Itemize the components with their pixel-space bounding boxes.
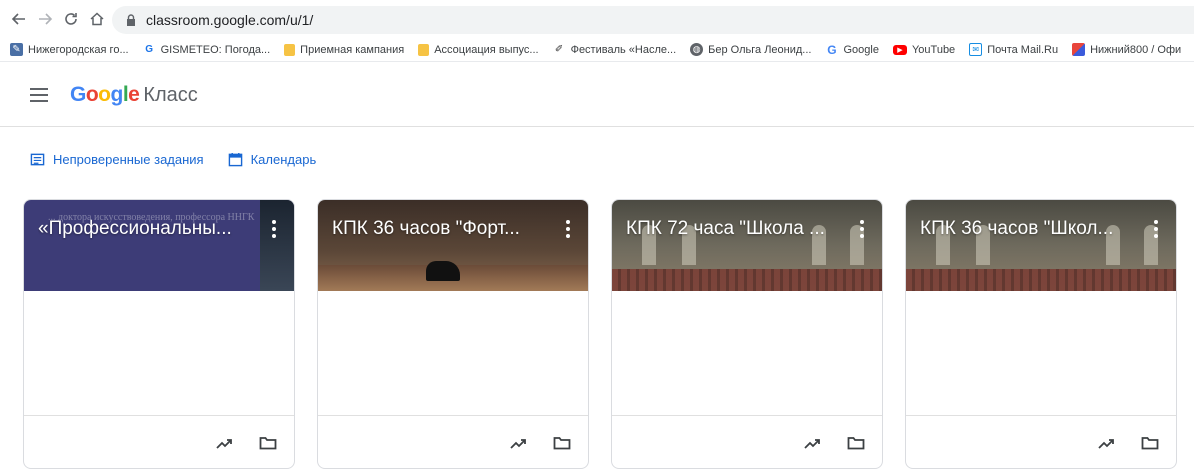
bookmark-label: YouTube — [911, 43, 956, 56]
card-title[interactable]: КПК 36 часов "Школ... — [920, 218, 1130, 240]
bookmark-item[interactable]: ▶ YouTube — [892, 43, 956, 56]
bookmark-label: Почта Mail.Ru — [987, 43, 1059, 56]
bookmarks-bar: ✎ Нижегородская го... G GISMETEO: Погода… — [0, 38, 1194, 62]
home-icon[interactable] — [86, 8, 108, 30]
unreviewed-tasks-link[interactable]: Непроверенные задания — [30, 152, 204, 167]
trending-up-icon[interactable] — [508, 433, 528, 453]
google-icon: G — [827, 42, 837, 57]
card-title[interactable]: «Профессиональны... — [38, 218, 248, 240]
bookmark-item[interactable]: Приемная кампания — [284, 43, 405, 56]
app-logo[interactable]: Google Класс — [70, 83, 198, 107]
bookmark-item[interactable]: Ассоциация выпус... — [418, 43, 539, 56]
folder-icon[interactable] — [846, 433, 866, 453]
gismeteo-icon: G — [145, 44, 153, 55]
card-header[interactable]: КПК 72 часа "Школа ... — [612, 200, 882, 291]
bookmark-label: Нижний800 / Офи — [1090, 43, 1182, 56]
header-portrait — [260, 200, 294, 291]
google-wordmark: Google — [70, 82, 140, 106]
trending-up-icon[interactable] — [1096, 433, 1116, 453]
bookmark-item[interactable]: ✉ Почта Mail.Ru — [969, 43, 1058, 56]
card-header[interactable]: КПК 36 часов "Школ... — [906, 200, 1176, 291]
bookmark-label: Нижегородская го... — [28, 43, 129, 56]
bookmark-item[interactable]: G GISMETEO: Погода... — [143, 43, 271, 56]
assignment-icon — [30, 153, 45, 166]
bookmark-item[interactable]: G Google — [825, 42, 879, 57]
edit-square-icon: ✎ — [10, 43, 23, 56]
url-text: classroom.google.com/u/1/ — [146, 12, 314, 28]
trending-up-icon[interactable] — [214, 433, 234, 453]
bookmark-item[interactable]: ✐ Фестиваль «Насле... — [553, 43, 677, 56]
product-name: Класс — [143, 83, 198, 106]
quick-links: Непроверенные задания Календарь — [30, 152, 340, 167]
header-seats — [906, 269, 1176, 291]
card-title[interactable]: КПК 36 часов "Форт... — [332, 218, 542, 240]
forward-icon[interactable] — [34, 8, 56, 30]
folder-icon[interactable] — [1140, 433, 1160, 453]
card-header[interactable]: ... доктора искусствоведения, профессора… — [24, 200, 294, 291]
bookmark-item[interactable]: ◍ Бер Ольга Леонид... — [690, 43, 811, 56]
brush-icon: ✐ — [554, 44, 564, 55]
header-seats — [612, 269, 882, 291]
bookmark-label: Google — [843, 43, 879, 56]
bookmark-label: Приемная кампания — [300, 43, 405, 56]
bookmark-label: Бер Ольга Леонид... — [708, 43, 812, 56]
bookmark-label: Ассоциация выпус... — [434, 43, 539, 56]
flag-icon — [1072, 43, 1086, 56]
back-icon[interactable] — [8, 8, 30, 30]
address-bar[interactable]: classroom.google.com/u/1/ — [112, 6, 1194, 34]
folder-icon — [284, 43, 296, 56]
more-vert-icon[interactable] — [566, 220, 570, 238]
bookmark-item[interactable]: ✎ Нижегородская го... — [10, 43, 129, 56]
lock-icon — [127, 14, 135, 26]
hamburger-menu-icon[interactable] — [30, 87, 48, 102]
calendar-link[interactable]: Календарь — [228, 152, 317, 167]
card-title[interactable]: КПК 72 часа "Школа ... — [626, 218, 836, 240]
card-header[interactable]: КПК 36 часов "Форт... — [318, 200, 588, 291]
youtube-icon: ▶ — [892, 44, 907, 55]
trending-up-icon[interactable] — [802, 433, 822, 453]
more-vert-icon[interactable] — [1154, 220, 1158, 238]
reload-icon[interactable] — [60, 8, 82, 30]
header-piano — [426, 261, 460, 281]
calendar-icon — [228, 152, 242, 167]
more-vert-icon[interactable] — [272, 220, 276, 238]
browser-toolbar: classroom.google.com/u/1/ — [0, 0, 1194, 38]
globe-icon: ◍ — [690, 43, 704, 56]
bookmark-label: GISMETEO: Погода... — [160, 43, 271, 56]
class-card[interactable]: КПК 36 часов "Форт... — [317, 199, 589, 469]
class-card[interactable]: КПК 36 часов "Школ... — [905, 199, 1177, 469]
more-vert-icon[interactable] — [860, 220, 864, 238]
unreviewed-tasks-label: Непроверенные задания — [53, 152, 204, 167]
class-card[interactable]: КПК 72 часа "Школа ... — [611, 199, 883, 469]
bookmark-label: Фестиваль «Насле... — [570, 43, 677, 56]
class-card[interactable]: ... доктора искусствоведения, профессора… — [23, 199, 295, 469]
folder-icon[interactable] — [552, 433, 572, 453]
folder-icon[interactable] — [258, 433, 278, 453]
app-header: Google Класс — [0, 63, 1194, 127]
mail-icon: ✉ — [969, 43, 983, 56]
calendar-label: Календарь — [250, 152, 317, 167]
folder-icon — [418, 43, 430, 56]
bookmark-item[interactable]: Нижний800 / Офи — [1072, 43, 1181, 56]
